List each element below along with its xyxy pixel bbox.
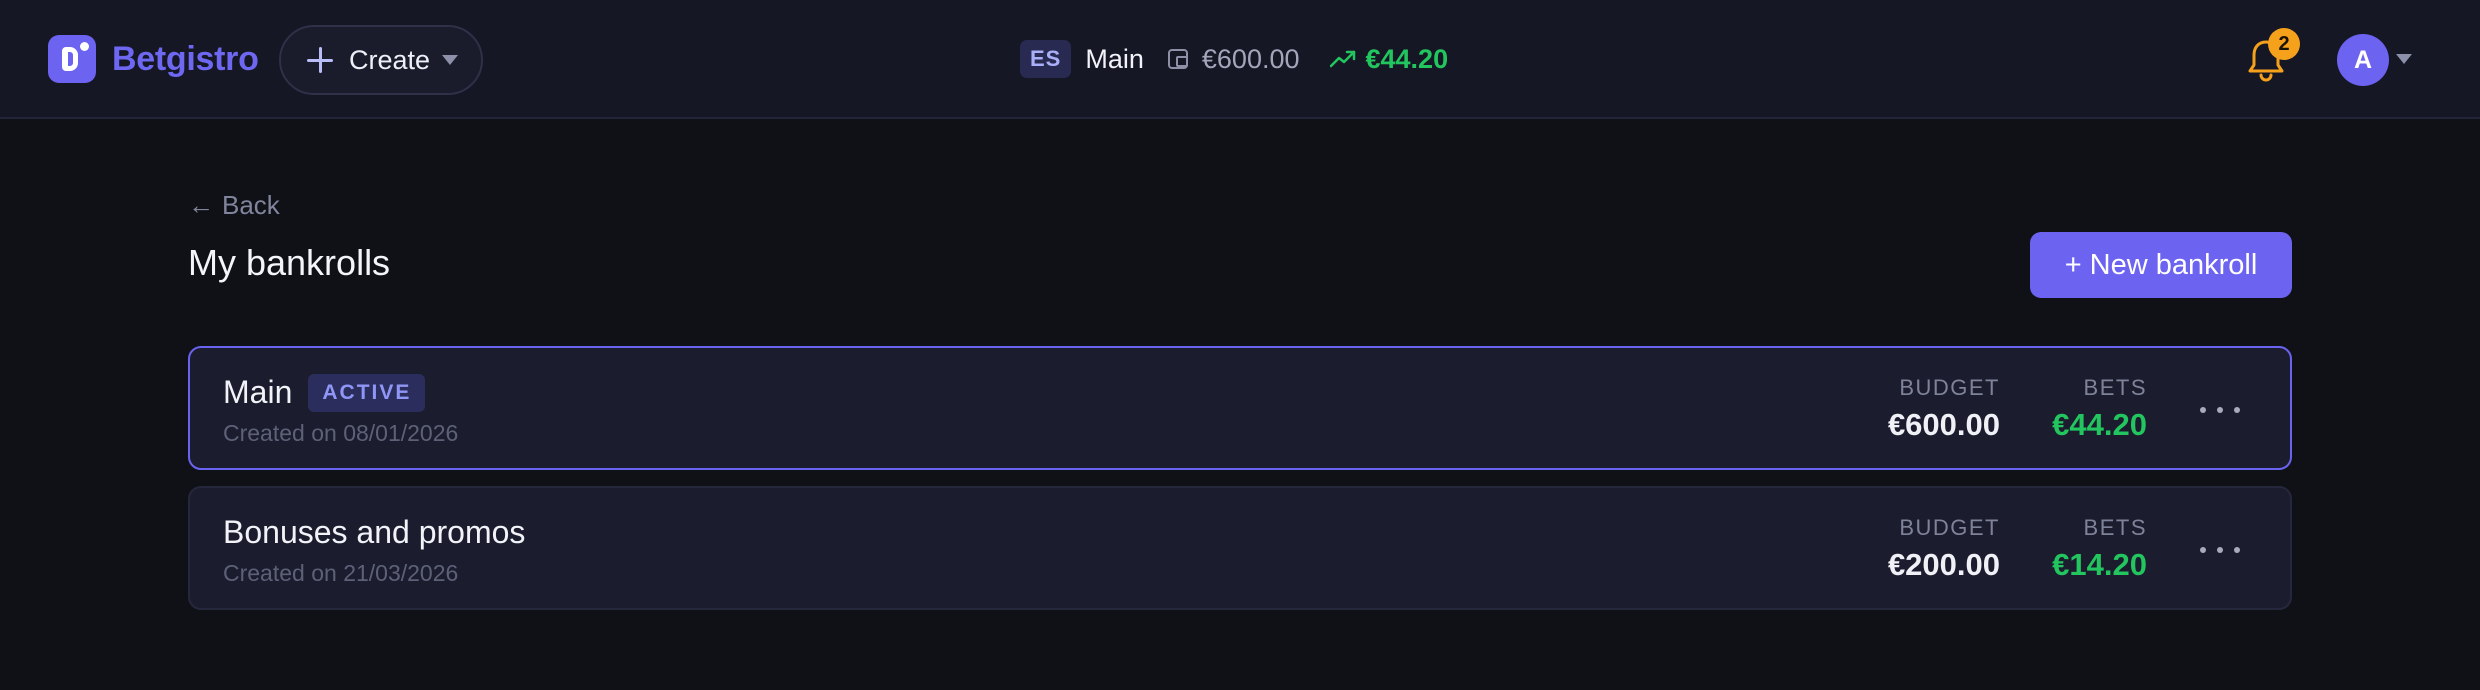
bankroll-switcher[interactable]: ES Main €600.00 €44.20	[1020, 40, 1448, 78]
more-horizontal-icon[interactable]	[2200, 398, 2240, 422]
active-badge: ACTIVE	[308, 374, 426, 412]
more-horizontal-icon[interactable]	[2200, 538, 2240, 562]
header-budget: €600.00	[1201, 43, 1300, 74]
brand[interactable]: Betgistro	[48, 35, 259, 83]
page-title: My bankrolls	[188, 242, 391, 283]
chevron-down-icon[interactable]	[2396, 54, 2412, 64]
bankroll-name: Bonuses and promos	[223, 514, 526, 550]
create-button[interactable]: Create	[279, 25, 483, 95]
bets-caption: BETS	[2083, 515, 2147, 540]
region-badge: ES	[1020, 40, 1072, 78]
create-button-label: Create	[349, 44, 431, 75]
bankroll-card[interactable]: Main ACTIVE Created on 08/01/2026 BUDGET …	[188, 346, 2292, 470]
bets-stat: BETS €14.20	[2052, 515, 2147, 583]
budget-value: €200.00	[1887, 547, 2000, 582]
trending-up-icon	[1329, 50, 1355, 68]
bets-value: €14.20	[2052, 547, 2147, 582]
wallet-icon	[1167, 49, 1188, 69]
bankroll-created-date: Created on 08/01/2026	[223, 420, 459, 446]
brand-name: Betgistro	[112, 39, 259, 78]
new-bankroll-button[interactable]: + New bankroll	[2030, 232, 2292, 298]
brand-logo-icon	[48, 35, 96, 83]
bankroll-name: Main	[223, 374, 293, 410]
notification-count-badge: 2	[2268, 28, 2300, 60]
arrow-left-icon: ←	[188, 190, 214, 220]
bets-stat: BETS €44.20	[2052, 375, 2147, 443]
bets-value: €44.20	[2052, 407, 2147, 442]
budget-stat: BUDGET €200.00	[1888, 515, 2000, 583]
bankroll-created-date: Created on 21/03/2026	[223, 560, 459, 586]
current-bankroll-name: Main	[1085, 43, 1144, 74]
bankroll-card[interactable]: Bonuses and promos Created on 21/03/2026…	[188, 486, 2292, 610]
top-navbar: Betgistro Create ES Main €600.00 €44.20 …	[0, 0, 2480, 119]
budget-value: €600.00	[1887, 407, 2000, 442]
avatar[interactable]: A	[2337, 34, 2389, 86]
budget-caption: BUDGET	[1899, 515, 2000, 540]
back-link[interactable]: ← Back	[188, 190, 280, 221]
chevron-down-icon	[442, 55, 459, 65]
back-link-label: Back	[222, 190, 280, 220]
bets-caption: BETS	[2083, 375, 2147, 400]
budget-stat: BUDGET €600.00	[1888, 375, 2000, 443]
plus-icon	[307, 47, 333, 73]
header-profit: €44.20	[1365, 43, 1449, 74]
budget-caption: BUDGET	[1899, 375, 2000, 400]
